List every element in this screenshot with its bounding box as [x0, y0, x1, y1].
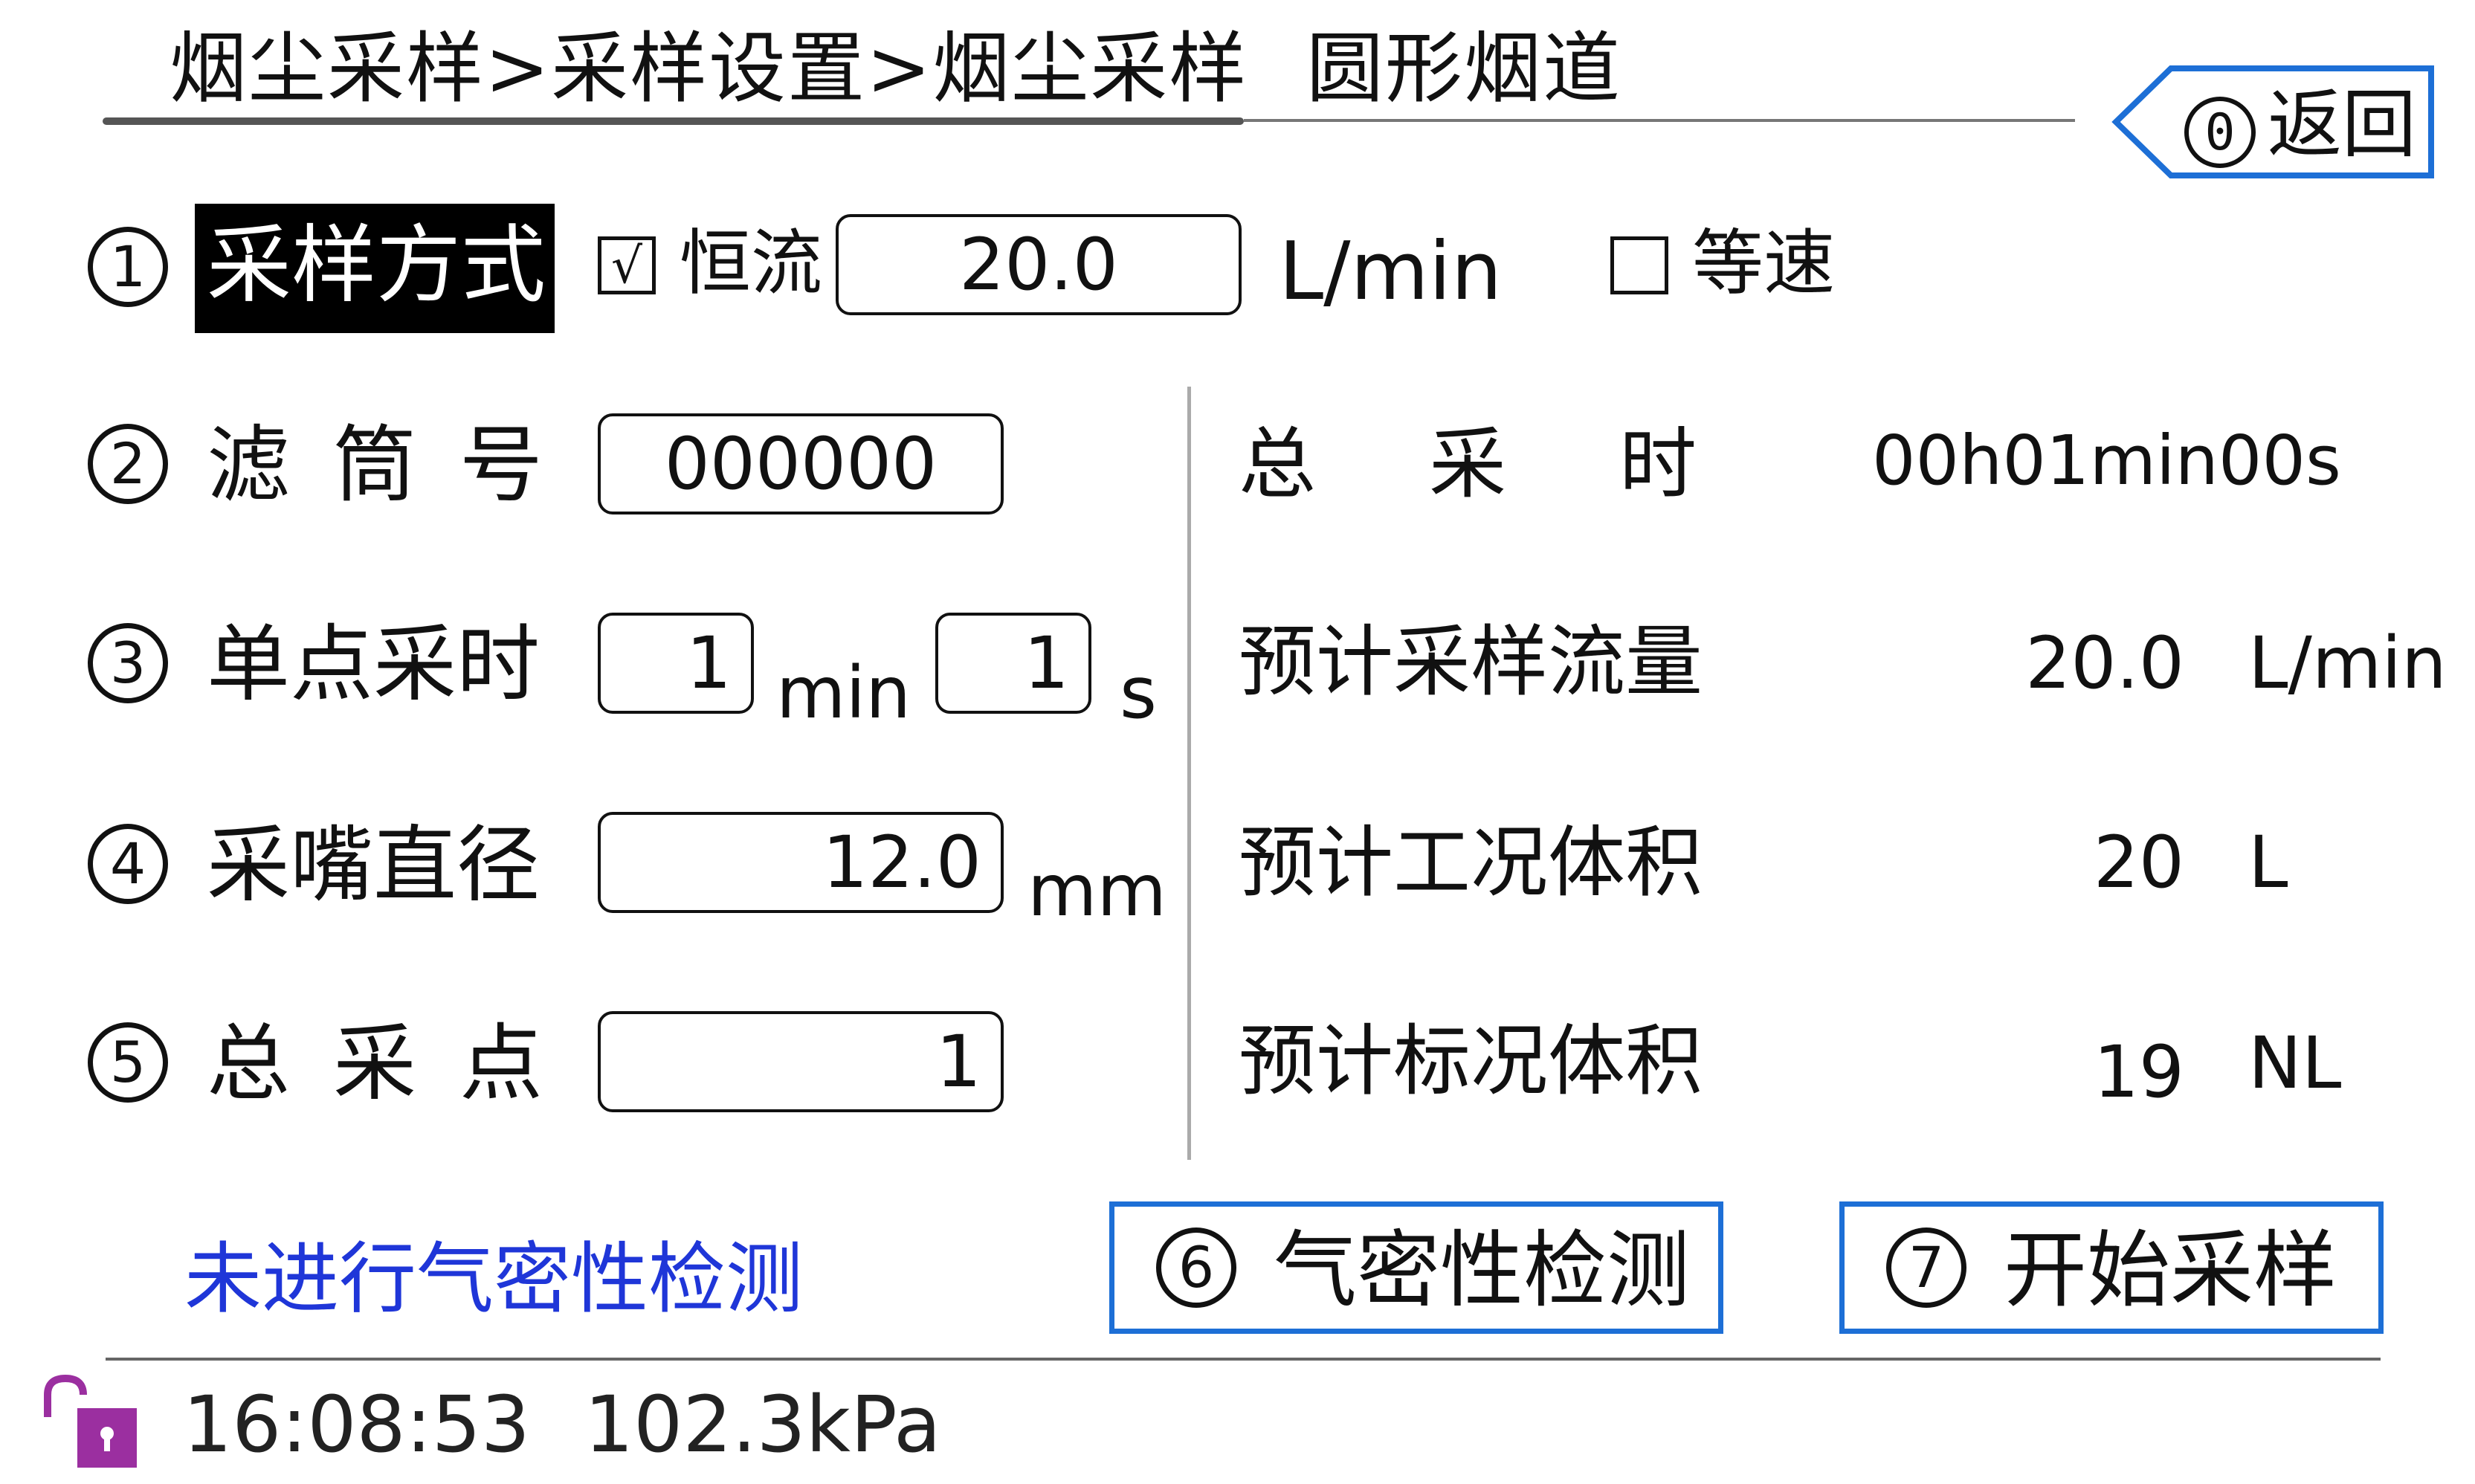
header-divider	[1244, 119, 2075, 122]
total-time-label: 总采时	[1239, 419, 1810, 509]
est-flow-value: 20.0	[2025, 622, 2184, 705]
row-number-4: 4	[88, 824, 168, 904]
unlocked-padlock-icon[interactable]	[39, 1374, 143, 1472]
point-time-seconds-input[interactable]: 1	[935, 613, 1091, 714]
point-time-minutes-input[interactable]: 1	[598, 613, 754, 714]
column-divider	[1187, 387, 1191, 1160]
row-number-3: 3	[88, 623, 168, 703]
back-button[interactable]: 0 返回	[2111, 65, 2436, 178]
back-number-badge: 0	[2184, 97, 2256, 168]
page-title: 圆形烟道	[1306, 23, 1622, 114]
est-work-volume-label: 预计工况体积	[1239, 817, 1703, 908]
filter-number-input[interactable]: 000000	[598, 413, 1004, 514]
est-std-volume-unit: NL	[2248, 1022, 2342, 1105]
atmospheric-pressure: 102.3kPa	[584, 1379, 941, 1470]
breadcrumb: 烟尘采样>采样设置>烟尘采样	[170, 23, 1248, 114]
flow-rate-input[interactable]: 20.0	[836, 214, 1242, 315]
total-points-label: 总采点	[207, 1016, 586, 1112]
row-number-5: 5	[88, 1022, 168, 1103]
filter-number-label: 滤筒号	[207, 417, 586, 514]
sampling-mode-label: 采样方式	[207, 216, 546, 314]
clock-time: 16:08:53	[183, 1379, 531, 1470]
header-divider-progress	[103, 117, 1244, 125]
start-sampling-button-label: 开始采样	[2004, 1222, 2337, 1319]
start-sampling-button[interactable]: 7 开始采样	[1839, 1201, 2384, 1334]
total-points-input[interactable]: 1	[598, 1011, 1004, 1112]
leak-test-status: 未进行气密性检测	[184, 1233, 804, 1324]
footer-divider	[106, 1358, 2381, 1361]
isokinetic-checkbox[interactable]	[1610, 236, 1668, 294]
est-std-volume-label: 预计标况体积	[1239, 1016, 1703, 1106]
isokinetic-label: 等速	[1692, 222, 1835, 305]
constant-flow-checkbox[interactable]: √	[598, 236, 656, 294]
row-number-1: 1	[88, 227, 168, 307]
nozzle-diameter-unit: mm	[1027, 849, 1167, 932]
point-time-seconds-unit: s	[1120, 651, 1158, 735]
est-std-volume-value: 19	[2093, 1030, 2184, 1114]
leak-test-button[interactable]: 6 气密性检测	[1109, 1201, 1723, 1334]
est-flow-label: 预计采样流量	[1239, 616, 1703, 707]
leak-test-button-label: 气密性检测	[1274, 1222, 1690, 1319]
row-number-2: 2	[88, 424, 168, 504]
est-work-volume-unit: L	[2248, 821, 2288, 904]
est-work-volume-value: 20	[2093, 821, 2184, 904]
leak-test-number-badge: 6	[1156, 1227, 1236, 1308]
nozzle-diameter-input[interactable]: 12.0	[598, 812, 1004, 913]
nozzle-diameter-label: 采嘴直径	[207, 817, 540, 914]
flow-rate-unit: L/min	[1279, 225, 1503, 318]
total-time-value: 00h01min00s	[1872, 421, 2341, 500]
point-time-label: 单点采时	[207, 616, 540, 713]
back-button-label: 返回	[2268, 81, 2416, 168]
start-number-badge: 7	[1886, 1227, 1966, 1308]
constant-flow-label: 恒流	[680, 222, 822, 305]
est-flow-unit: L/min	[2248, 622, 2447, 705]
point-time-minutes-unit: min	[776, 651, 911, 735]
